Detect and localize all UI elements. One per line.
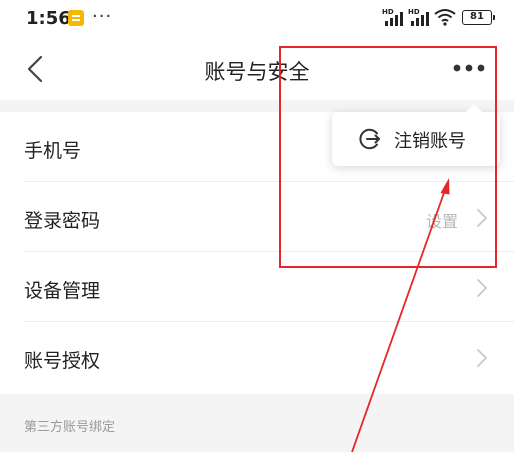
signal-icon-sim2: HD <box>408 8 430 26</box>
status-time: 1:56 <box>26 8 71 29</box>
chevron-right-icon <box>477 279 487 297</box>
signal-hd-label: HD <box>382 8 394 16</box>
signal-icon-sim1: HD <box>382 8 404 26</box>
row-account-authorization[interactable]: 账号授权 <box>0 322 514 392</box>
wifi-icon <box>434 9 456 26</box>
chevron-right-icon <box>477 209 487 227</box>
more-notifications-indicator: ··· <box>92 6 113 27</box>
menu-item-label: 注销账号 <box>394 131 466 152</box>
status-bar: 1:56 ··· HD HD 81 <box>0 0 514 40</box>
row-value: 设置 <box>425 212 458 231</box>
chevron-right-icon <box>477 349 487 367</box>
signal-hd-label: HD <box>408 8 420 16</box>
row-label: 账号授权 <box>24 350 101 372</box>
page-title: 账号与安全 <box>204 60 310 84</box>
row-login-password[interactable]: 登录密码 设置 <box>0 182 514 252</box>
section-third-party-binding: 第三方账号绑定 <box>0 394 514 452</box>
battery-icon: 81 <box>462 10 495 25</box>
section-title: 第三方账号绑定 <box>24 420 116 435</box>
row-label: 手机号 <box>24 140 82 162</box>
more-options-icon[interactable] <box>452 56 486 80</box>
notification-icon <box>68 10 84 26</box>
nav-bar: 账号与安全 <box>0 40 514 100</box>
spacer <box>0 100 514 112</box>
row-label: 登录密码 <box>24 210 101 232</box>
logout-icon <box>359 128 380 150</box>
row-device-management[interactable]: 设备管理 <box>0 252 514 322</box>
row-label: 设备管理 <box>24 280 101 302</box>
more-options-popup: 注销账号 <box>332 104 500 166</box>
